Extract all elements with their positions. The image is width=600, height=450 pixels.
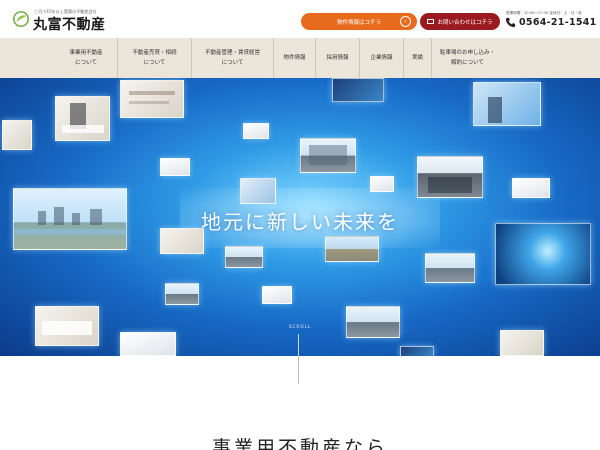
nav-recruit[interactable]: 採用情報 — [315, 38, 359, 78]
section-title: 事業用不動産なら — [211, 437, 388, 450]
photo-tile-documents — [120, 80, 184, 118]
logo-name: 丸富不動産 — [33, 17, 106, 33]
nav-property-info[interactable]: 物件情報 — [273, 38, 315, 78]
scroll-indicator-label[interactable]: SCROLL — [0, 325, 600, 330]
contact-label: お問い合わせはコチラ — [437, 19, 493, 26]
nav-label-sub: について — [221, 60, 244, 66]
contact-button[interactable]: お問い合わせはコチラ — [420, 13, 500, 30]
business-hours: 営業時間：10:00〜17:30 定休日：土・日・祝 — [506, 11, 582, 15]
chevron-right-icon: › — [400, 16, 411, 27]
photo-tile-small-6 — [400, 346, 434, 356]
photo-tile-businessman — [473, 82, 541, 126]
nav-label: 不動産管理・賃貸経営 — [204, 50, 260, 56]
nav-label: 不動産売買・相続 — [132, 50, 177, 56]
phone-icon — [505, 17, 516, 28]
photo-tile-people — [240, 178, 276, 204]
photo-tile-warehouse — [325, 236, 379, 262]
nav-results[interactable]: 実績 — [403, 38, 431, 78]
nav-commercial-real-estate[interactable]: 事業用不動産 について — [55, 38, 117, 78]
photo-tile-meeting — [55, 96, 110, 141]
photo-tile-contract — [120, 332, 176, 356]
nav-label-sub: 解約について — [451, 60, 484, 66]
photo-tile-small-2 — [160, 158, 190, 176]
nav-label-sub: について — [75, 60, 97, 66]
phone-number: 0564-21-1541 — [519, 17, 597, 28]
nav-label: 企業情報 — [370, 55, 393, 61]
photo-tile-small-1 — [243, 123, 269, 139]
photo-tile-building-3 — [225, 246, 263, 268]
photo-tile-small-4 — [370, 176, 394, 192]
site-header: 三河で45年以上実績の不動産会社 丸富不動産 物件情報はコチラ › お問い合わせ… — [0, 0, 600, 38]
property-info-button[interactable]: 物件情報はコチラ › — [301, 13, 417, 30]
mail-icon — [427, 19, 435, 24]
nav-label: 物件情報 — [283, 55, 306, 61]
photo-tile-building-4 — [165, 283, 199, 305]
nav-parking[interactable]: 駐車場のお申し込み・ 解約について — [431, 38, 503, 78]
hero-section: 地元に新しい未来を SCROLL — [0, 78, 600, 356]
scroll-indicator-line-below — [298, 356, 299, 384]
nav-company[interactable]: 企業情報 — [359, 38, 403, 78]
global-nav: 事業用不動産 について 不動産売買・相続 について 不動産管理・賃貸経営 について 物… — [0, 38, 600, 78]
photo-tile-factory — [425, 253, 475, 283]
property-info-label: 物件情報はコチラ — [336, 19, 381, 26]
scroll-indicator-line — [298, 334, 299, 356]
photo-tile-building-2 — [417, 156, 483, 198]
nav-label: 事業用不動産 — [69, 50, 103, 56]
nav-label: 駐車場のお申し込み・ — [439, 50, 495, 56]
photo-tile-small-3 — [512, 178, 550, 198]
photo-tile-tech — [332, 78, 384, 102]
nav-sale-inheritance[interactable]: 不動産売買・相続 について — [117, 38, 191, 78]
nav-label: 採用情報 — [326, 55, 349, 61]
photo-tile-desk — [2, 120, 32, 150]
phone-link[interactable]: 0564-21-1541 — [505, 17, 597, 28]
photo-tile-small-5 — [262, 286, 292, 304]
nav-label-sub: について — [143, 60, 166, 66]
photo-tile-building-5 — [346, 306, 400, 338]
photo-tile-worker — [500, 330, 544, 356]
leaf-logo-icon — [13, 11, 29, 27]
nav-property-management[interactable]: 不動産管理・賃貸経営 について — [191, 38, 273, 78]
photo-tile-building-1 — [300, 138, 356, 173]
site-logo[interactable]: 三河で45年以上実績の不動産会社 丸富不動産 — [12, 8, 112, 33]
nav-label: 実績 — [411, 55, 423, 61]
hero-catchphrase: 地元に新しい未来を — [201, 210, 399, 234]
